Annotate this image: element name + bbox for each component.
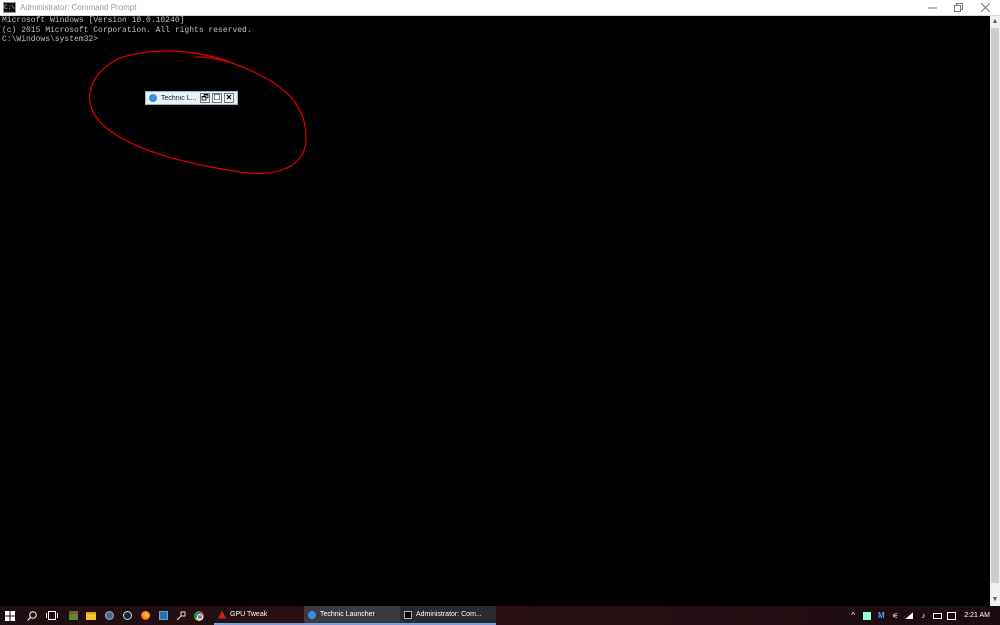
vertical-scrollbar[interactable]: ▲ ▼ — [990, 16, 1000, 606]
app-button-2[interactable] — [154, 606, 172, 625]
file-explorer-icon — [86, 611, 96, 620]
network-icon: ⚟ — [892, 612, 899, 620]
keyboard-button[interactable] — [930, 612, 944, 619]
task-technic-launcher[interactable]: Technic Launcher — [304, 606, 400, 625]
technic-icon — [149, 94, 157, 102]
task-command-prompt[interactable]: Administrator: Com... — [400, 606, 496, 625]
restore-button[interactable] — [943, 0, 973, 15]
window-title: Administrator: Command Prompt — [20, 3, 137, 12]
app-button-3[interactable] — [172, 606, 190, 625]
task-label-gpu-tweak: GPU Tweak — [230, 611, 268, 618]
show-hidden-icons-button[interactable]: ^ — [846, 611, 860, 620]
app-icon-3 — [176, 611, 186, 620]
task-label-technic: Technic Launcher — [320, 611, 375, 618]
minecraft-icon — [68, 611, 78, 620]
scroll-thumb[interactable] — [991, 28, 999, 583]
task-view-icon — [46, 611, 58, 620]
scroll-down-icon[interactable]: ▼ — [991, 596, 999, 604]
notification-icon — [946, 611, 956, 620]
file-explorer-button[interactable] — [82, 606, 100, 625]
malwarebytes-button[interactable]: M — [874, 611, 888, 620]
clock[interactable]: 2:21 AM — [964, 612, 990, 619]
console-line-1: Microsoft Windows [Version 10.0.10240] — [2, 16, 185, 25]
search-icon — [27, 610, 37, 621]
console-line-2: (c) 2015 Microsoft Corporation. All righ… — [2, 25, 252, 35]
app-icon-2 — [158, 611, 168, 620]
close-icon — [980, 3, 990, 12]
app-icon — [104, 611, 114, 620]
steam-icon — [122, 611, 132, 620]
cmd-icon: C:\ — [3, 2, 16, 13]
minimize-icon — [927, 7, 937, 9]
chrome-icon — [194, 610, 204, 621]
steam-button[interactable] — [118, 606, 136, 625]
task-label-cmd: Administrator: Com... — [416, 611, 482, 618]
window-titlebar[interactable]: C:\ Administrator: Command Prompt — [0, 0, 1000, 16]
app-button[interactable] — [100, 606, 118, 625]
chevron-up-icon: ^ — [851, 611, 856, 620]
windows-start-icon — [5, 610, 15, 621]
keyboard-icon — [932, 612, 942, 619]
close-button[interactable] — [970, 0, 1000, 15]
taskbar: GPU Tweak Technic Launcher Administrator… — [0, 606, 1000, 625]
mini-maximize-button[interactable]: ☐ — [212, 93, 222, 103]
chrome-button[interactable] — [190, 606, 208, 625]
minecraft-taskbar-button[interactable] — [64, 606, 82, 625]
gpu-tweak-icon — [218, 610, 226, 619]
network-button[interactable]: ⚟ — [888, 612, 902, 620]
minimized-window-title: Technic L... — [161, 94, 197, 102]
cmd-icon — [404, 610, 412, 619]
volume-button[interactable]: ♪ — [916, 611, 930, 620]
windows-start-button[interactable] — [1, 606, 19, 625]
technic-icon — [308, 610, 316, 619]
scroll-up-icon[interactable]: ▲ — [991, 18, 999, 26]
mini-restore-button[interactable]: 🗗 — [200, 93, 210, 103]
notification-button[interactable] — [944, 611, 958, 620]
console-prompt: C:\Windows\system32> — [2, 35, 99, 44]
tray-app-icon — [863, 611, 872, 620]
firefox-icon — [140, 611, 150, 620]
task-gpu-tweak[interactable]: GPU Tweak — [214, 606, 304, 625]
volume-icon: ♪ — [921, 611, 926, 620]
malwarebytes-icon: M — [877, 611, 885, 620]
system-tray: ^ M ⚟ ♪ 2:21 AM — [846, 606, 1000, 625]
minimized-technic-window[interactable]: Technic L... 🗗 ☐ ✕ — [145, 91, 238, 105]
mini-close-button[interactable]: ✕ — [224, 93, 234, 103]
wifi-button[interactable] — [902, 612, 916, 619]
tray-app-button[interactable] — [860, 611, 874, 620]
search-button[interactable] — [23, 606, 41, 625]
task-view-button[interactable] — [43, 606, 61, 625]
wifi-icon — [905, 612, 914, 619]
firefox-button[interactable] — [136, 606, 154, 625]
restore-icon — [953, 3, 963, 12]
